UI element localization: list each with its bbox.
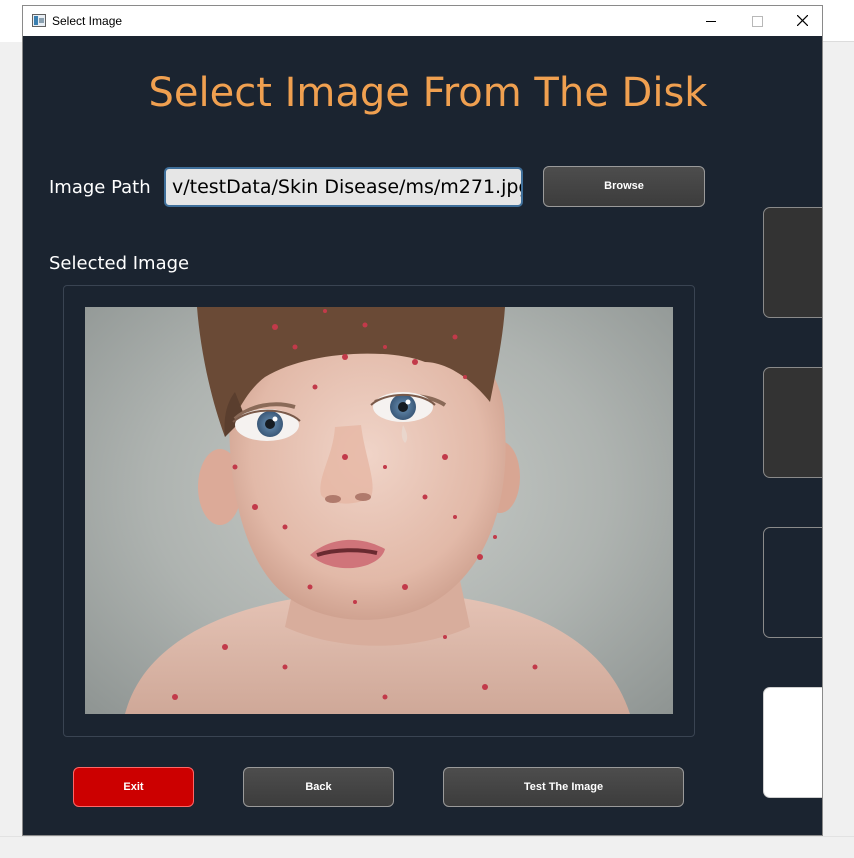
close-button[interactable] — [780, 6, 822, 36]
app-icon — [32, 14, 46, 27]
side-panel-1 — [763, 207, 822, 318]
side-panel-4 — [763, 687, 822, 798]
close-icon — [797, 15, 808, 26]
selected-image-label: Selected Image — [49, 253, 190, 274]
selected-image-preview — [85, 307, 673, 714]
maximize-button[interactable] — [734, 6, 780, 36]
side-panel-2 — [763, 367, 822, 478]
page-title: Select Image From The Disk — [148, 70, 708, 116]
image-path-value: v/testData/Skin Disease/ms/m271.jpg — [172, 176, 523, 198]
child-face-photo — [125, 307, 630, 714]
image-path-label: Image Path — [49, 177, 151, 198]
side-panel-3 — [763, 527, 822, 638]
window-title: Select Image — [52, 14, 123, 28]
exit-button[interactable]: Exit — [73, 767, 194, 807]
test-image-button[interactable]: Test The Image — [443, 767, 684, 807]
browse-button[interactable]: Browse — [543, 166, 705, 207]
background-bottom — [0, 836, 854, 858]
minimize-button[interactable] — [688, 6, 734, 36]
back-button[interactable]: Back — [243, 767, 394, 807]
background-divider — [823, 41, 854, 42]
title-bar[interactable]: Select Image — [23, 6, 822, 36]
select-image-window: Select Image Select Image From The Disk … — [22, 5, 823, 836]
image-path-field[interactable]: v/testData/Skin Disease/ms/m271.jpg — [164, 167, 523, 207]
